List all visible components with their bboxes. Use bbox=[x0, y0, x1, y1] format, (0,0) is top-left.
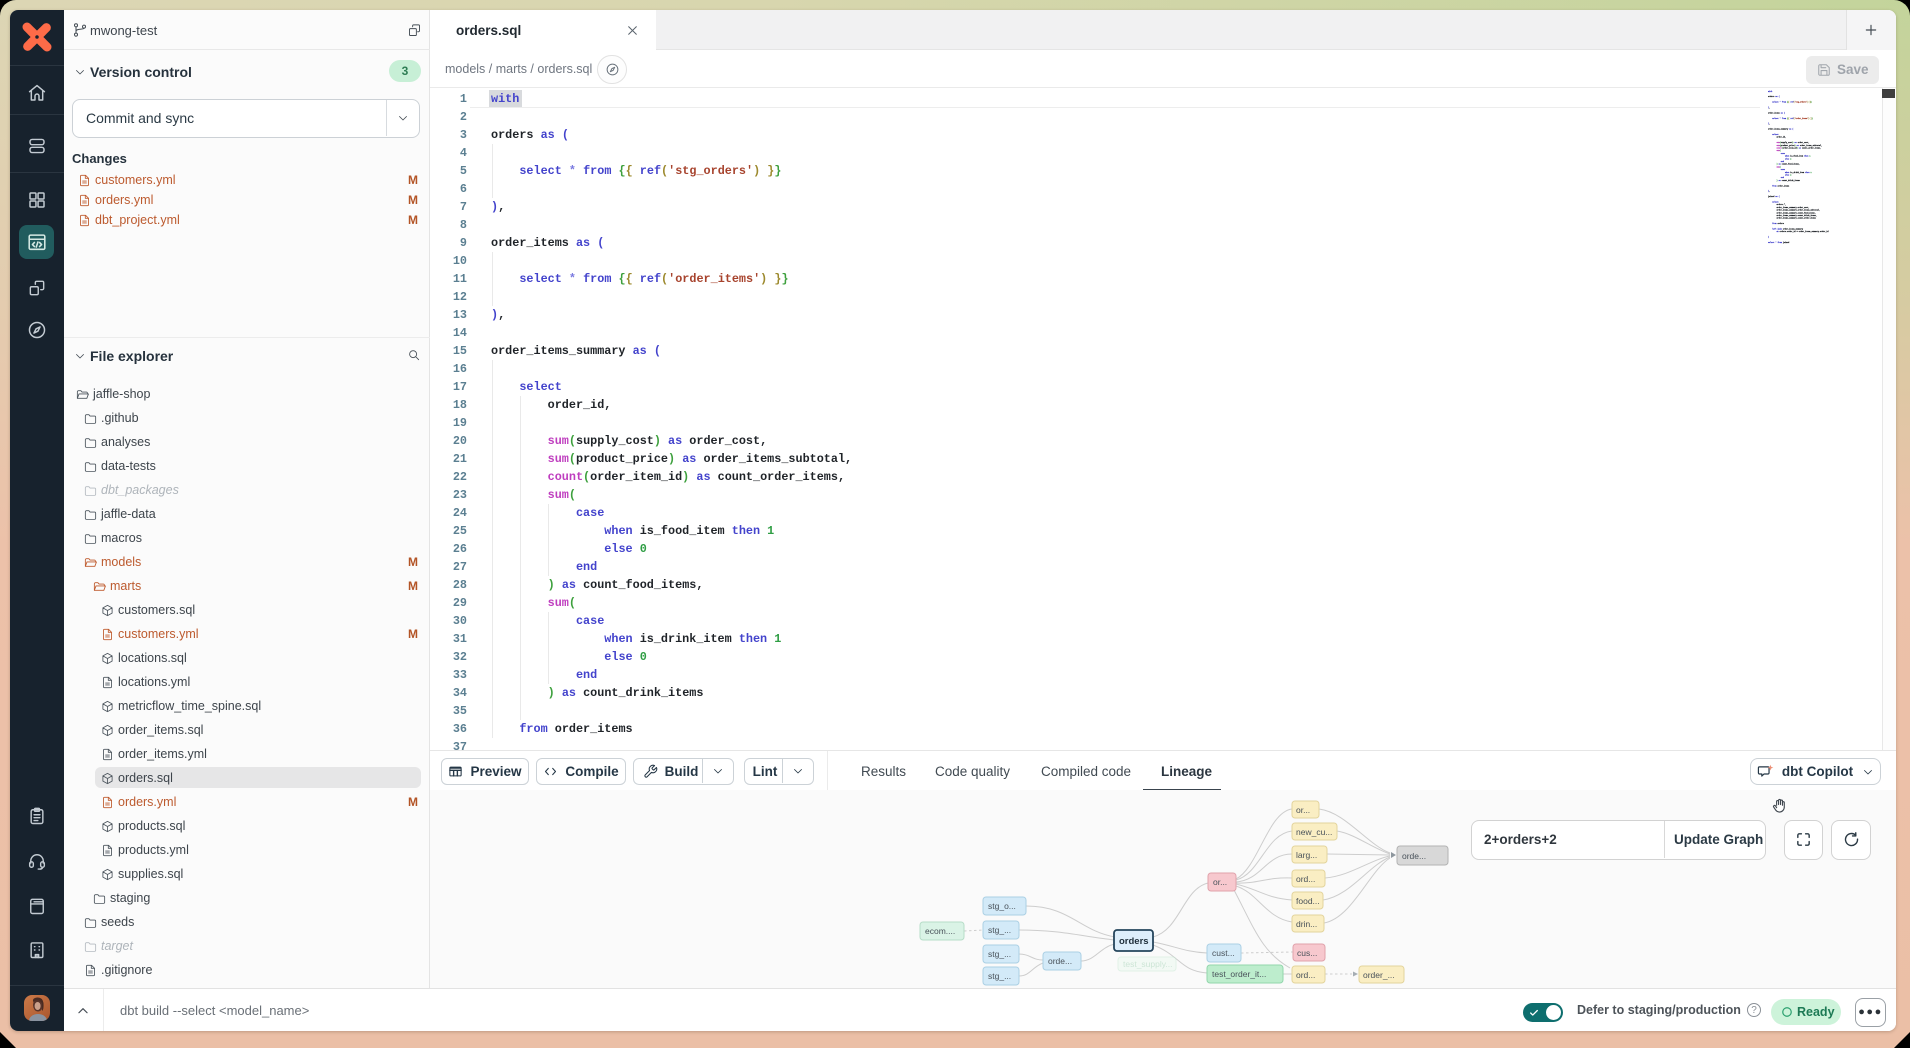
svg-text:test_order_it...: test_order_it... bbox=[1212, 969, 1266, 979]
svg-text:new_cu...: new_cu... bbox=[1296, 827, 1332, 837]
svg-text:drin...: drin... bbox=[1296, 919, 1317, 929]
svg-text:ecom....: ecom.... bbox=[925, 926, 955, 936]
svg-text:test_supply...: test_supply... bbox=[1123, 959, 1172, 969]
svg-text:orde...: orde... bbox=[1402, 851, 1426, 861]
svg-text:orde...: orde... bbox=[1048, 956, 1072, 966]
svg-text:or...: or... bbox=[1296, 805, 1310, 815]
svg-text:stg_...: stg_... bbox=[988, 925, 1011, 935]
svg-text:orders: orders bbox=[1119, 936, 1149, 947]
svg-text:food...: food... bbox=[1296, 896, 1320, 906]
svg-text:larg...: larg... bbox=[1296, 850, 1317, 860]
svg-text:ord...: ord... bbox=[1296, 970, 1315, 980]
svg-text:or...: or... bbox=[1213, 877, 1227, 887]
svg-text:ord...: ord... bbox=[1296, 874, 1315, 884]
svg-text:stg_...: stg_... bbox=[988, 949, 1011, 959]
svg-text:cust...: cust... bbox=[1212, 948, 1235, 958]
svg-text:cus...: cus... bbox=[1297, 948, 1317, 958]
svg-text:stg_...: stg_... bbox=[988, 971, 1011, 981]
svg-text:order_...: order_... bbox=[1363, 970, 1395, 980]
svg-text:stg_o...: stg_o... bbox=[988, 901, 1016, 911]
